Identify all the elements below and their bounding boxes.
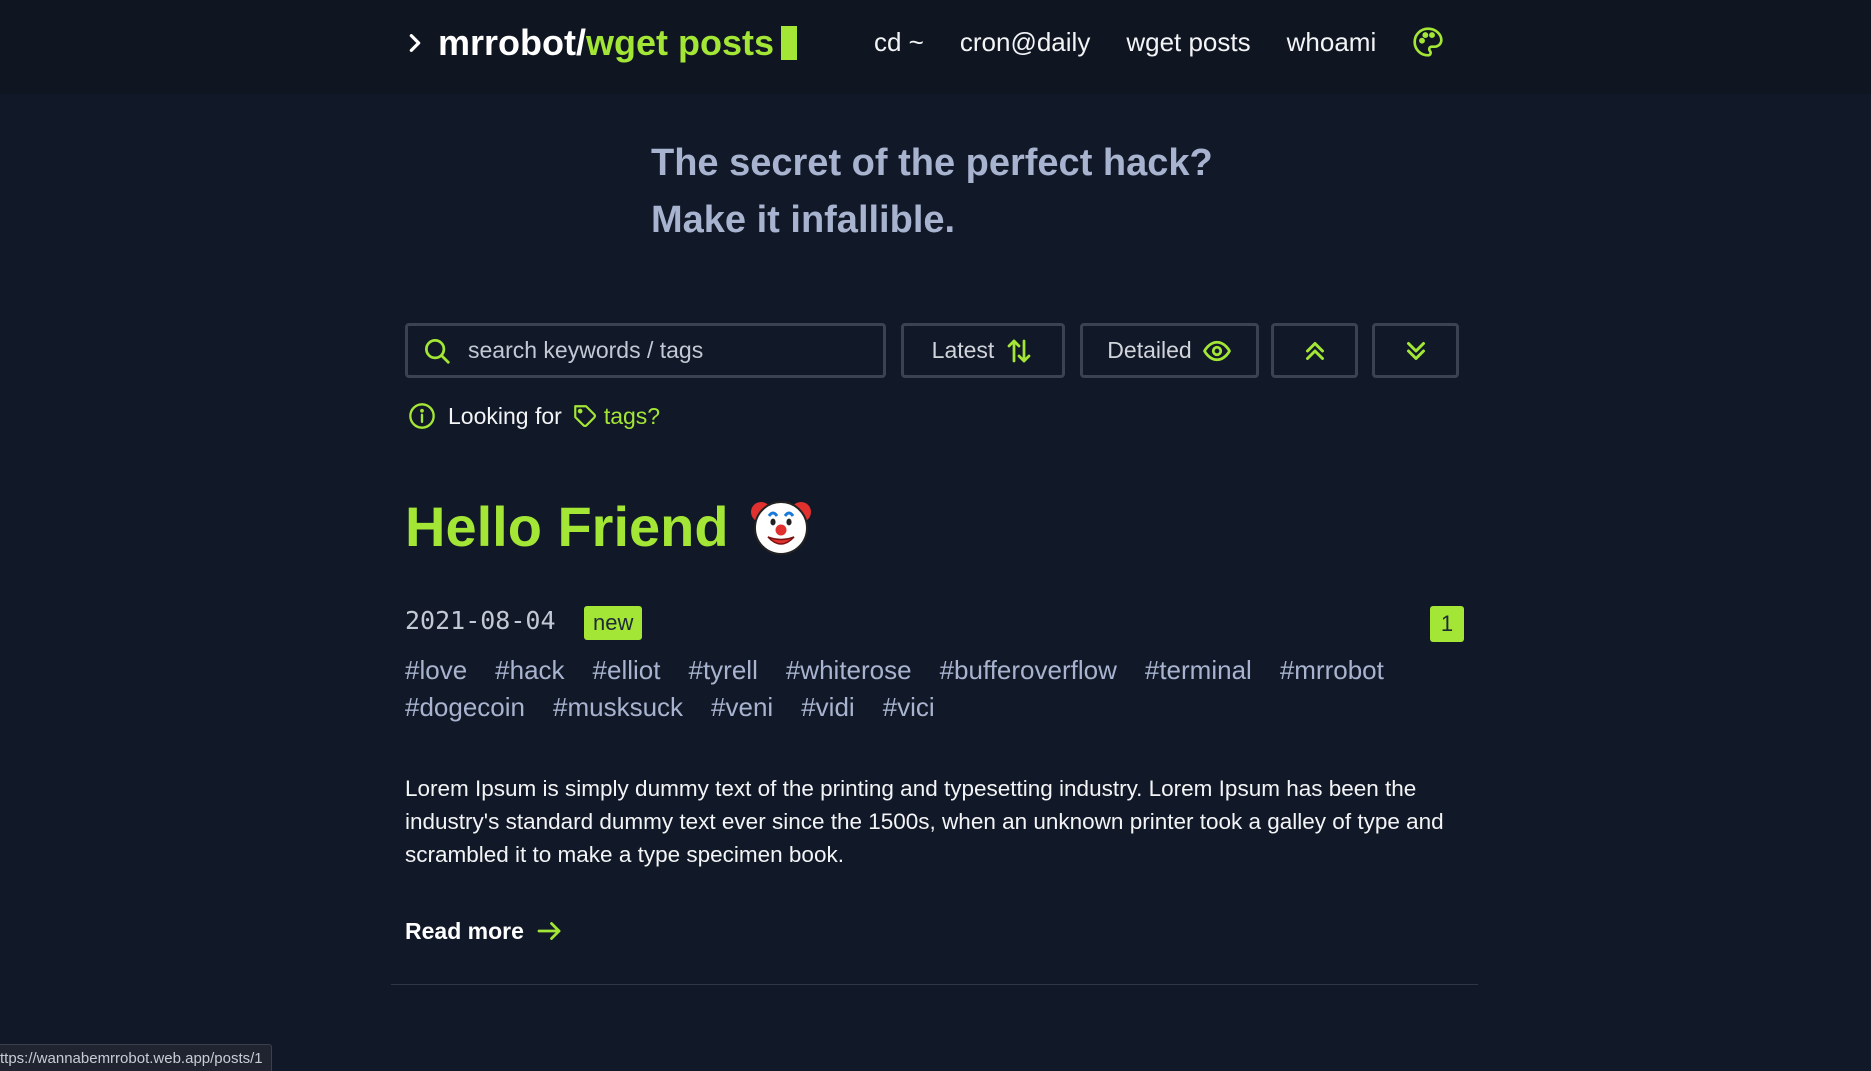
post-title[interactable]: Hello Friend — [405, 490, 813, 562]
search-box[interactable] — [405, 323, 886, 378]
sort-label: Latest — [931, 337, 995, 363]
tag-link[interactable]: #dogecoin — [405, 693, 525, 722]
chevrons-down-icon — [1406, 341, 1425, 360]
post-tags: #love #hack #elliot #tyrell #whiterose #… — [405, 656, 1465, 722]
chevron-right-icon — [409, 34, 421, 52]
arrow-right-icon — [537, 922, 561, 940]
chevrons-up-icon — [1305, 341, 1324, 360]
tag-link[interactable]: #whiterose — [786, 656, 912, 685]
post-title-text: Hello Friend — [405, 494, 729, 558]
hero-line-1: The secret of the perfect hack? — [651, 142, 1213, 184]
post-excerpt: Lorem Ipsum is simply dummy text of the … — [405, 776, 1444, 867]
tag-link[interactable]: #musksuck — [553, 693, 683, 722]
post-date: 2021-08-04 — [405, 606, 556, 635]
clown-face-icon — [750, 501, 811, 555]
sort-arrows-icon — [1007, 339, 1031, 362]
status-url: ttps://wannabemrrobot.web.app/posts/1 — [0, 1049, 263, 1067]
nav-item-whoami[interactable]: whoami — [1287, 27, 1377, 58]
brand-path: wget posts — [586, 22, 775, 63]
hero-line-2: Make it infallible. — [651, 199, 956, 241]
read-more-label: Read more — [405, 917, 524, 944]
read-more-link[interactable]: Read more — [405, 913, 564, 949]
search-input[interactable] — [468, 337, 848, 364]
browser-status-bar: ttps://wannabemrrobot.web.app/posts/1 — [0, 1044, 272, 1071]
tag-link[interactable]: #elliot — [593, 656, 661, 685]
hero-quote: The secret of the perfect hack? Make it … — [651, 135, 1213, 249]
tags-hint: Looking for tags? — [408, 400, 660, 432]
view-mode-label: Detailed — [1107, 337, 1192, 363]
tag-link[interactable]: #vici — [883, 693, 935, 722]
nav-item-home[interactable]: cd ~ — [874, 27, 924, 58]
tag-link[interactable]: #hack — [495, 656, 564, 685]
tag-link[interactable]: #vidi — [801, 693, 854, 722]
palette-icon[interactable] — [1412, 26, 1444, 58]
tag-link[interactable]: #bufferoverflow — [940, 656, 1117, 685]
tag-link[interactable]: #tyrell — [688, 656, 757, 685]
hint-text: Looking for — [448, 402, 562, 429]
nav-item-cron[interactable]: cron@daily — [960, 27, 1090, 58]
tag-link[interactable]: #mrrobot — [1280, 656, 1384, 685]
terminal-cursor — [781, 26, 798, 60]
brand-user: mrrobot/ — [438, 22, 586, 63]
nav-item-posts[interactable]: wget posts — [1126, 27, 1250, 58]
post-divider — [391, 984, 1478, 985]
tag-icon — [573, 405, 596, 427]
sort-button[interactable]: Latest — [901, 323, 1065, 378]
top-navbar: mrrobot/ wget posts cd ~ cron@daily wget… — [0, 0, 1871, 94]
post-number-badge: 1 — [1430, 606, 1464, 642]
main-nav: cd ~ cron@daily wget posts whoami — [874, 22, 1444, 62]
tag-link[interactable]: #love — [405, 656, 467, 685]
site-logo[interactable]: mrrobot/ wget posts — [404, 18, 798, 68]
view-mode-button[interactable]: Detailed — [1080, 323, 1259, 378]
tags-link[interactable]: tags? — [604, 403, 660, 430]
tag-link[interactable]: #veni — [711, 693, 773, 722]
expand-all-button[interactable] — [1372, 323, 1459, 378]
search-icon — [425, 338, 450, 364]
new-badge: new — [584, 606, 643, 640]
tag-link[interactable]: #terminal — [1145, 656, 1252, 685]
info-icon — [409, 403, 435, 429]
eye-icon — [1202, 340, 1231, 361]
collapse-all-button[interactable] — [1271, 323, 1358, 378]
